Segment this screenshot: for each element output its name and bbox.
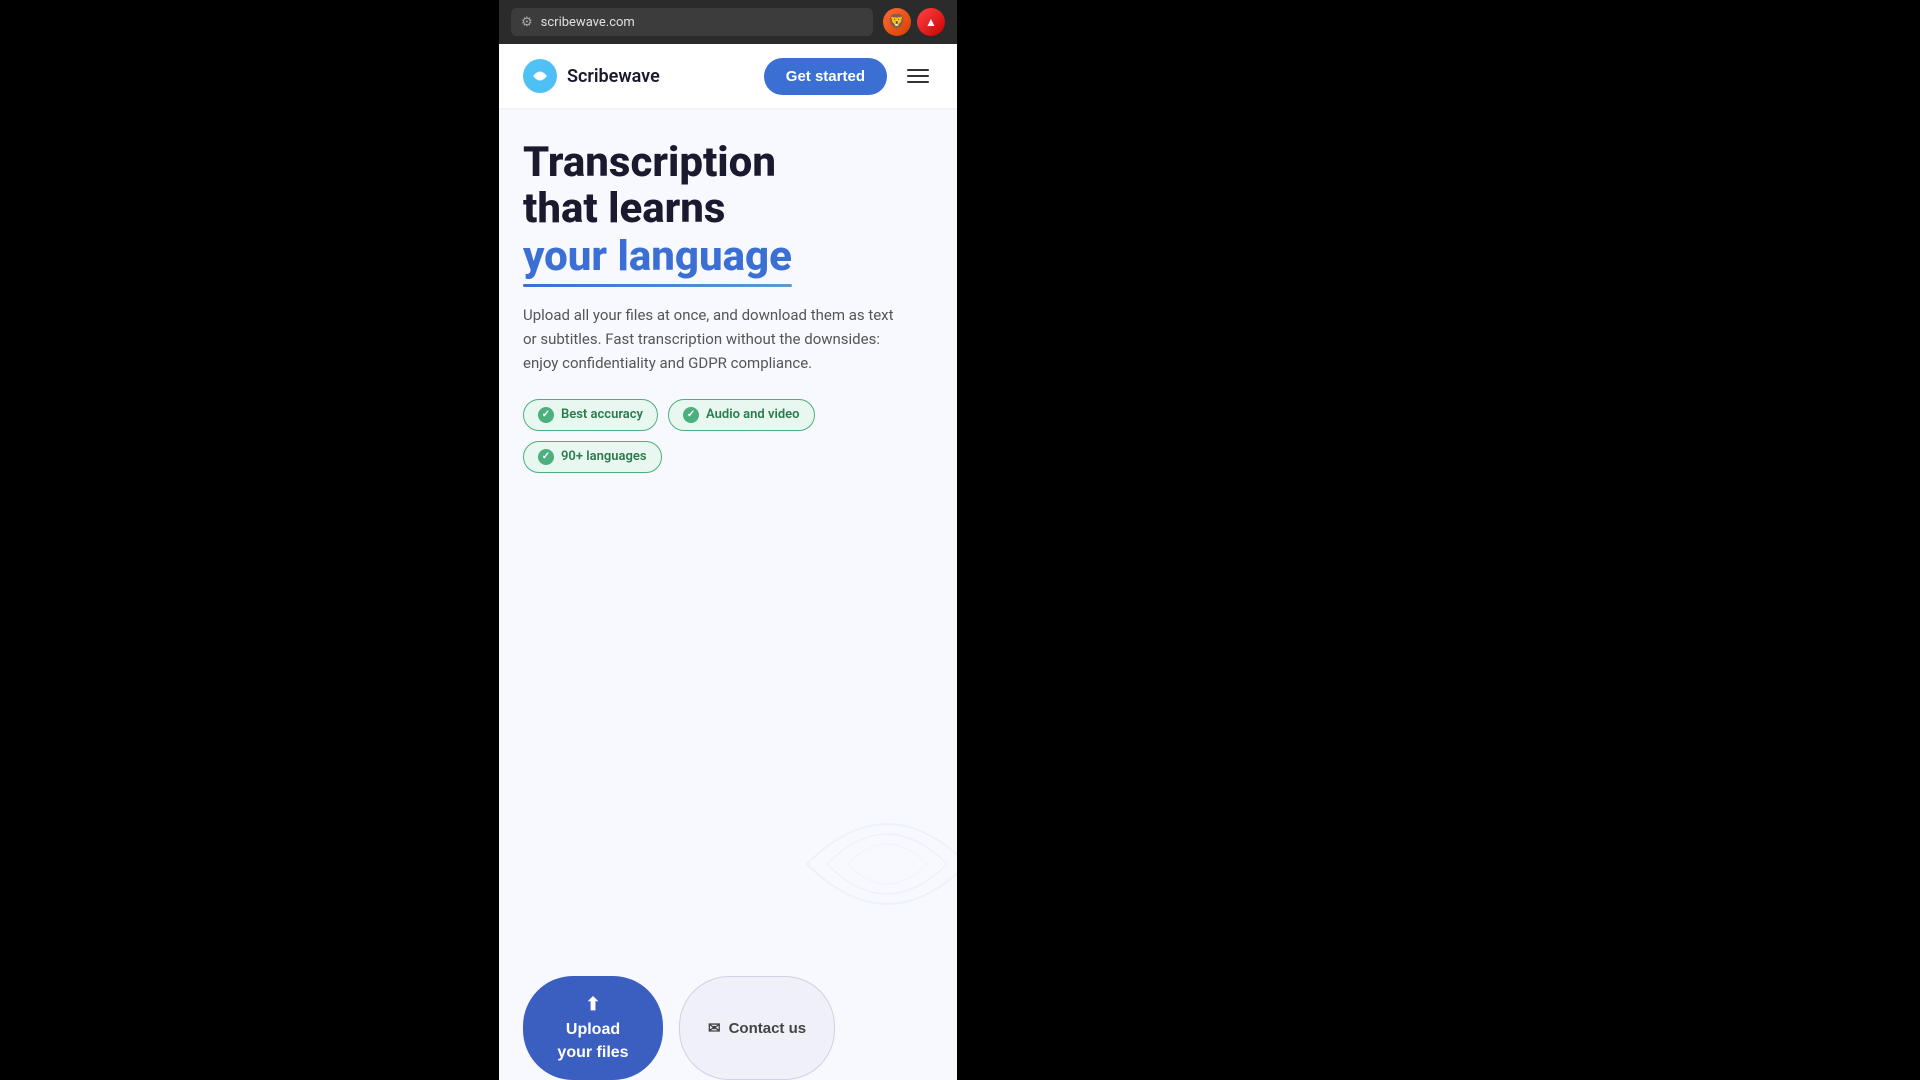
logo-text: Scribewave [567, 66, 660, 87]
badge-audio-video-label: Audio and video [706, 407, 800, 422]
right-black-panel [957, 0, 1920, 1080]
hero-description: Upload all your files at once, and downl… [523, 303, 903, 375]
check-icon-1: ✓ [538, 407, 554, 423]
badge-languages: ✓ 90+ languages [523, 441, 662, 473]
hero-title-line3: your language [523, 232, 792, 282]
mail-icon: ✉ [708, 1019, 721, 1037]
nav-right: Get started [764, 58, 933, 95]
check-icon-2: ✓ [683, 407, 699, 423]
background-decoration [787, 764, 957, 944]
extension-icon[interactable]: ▲ [917, 8, 945, 36]
check-icon-3: ✓ [538, 449, 554, 465]
url-text: scribewave.com [541, 15, 635, 30]
browser-buttons: 🦁 ▲ [883, 8, 945, 36]
badge-languages-label: 90+ languages [561, 449, 647, 464]
badge-audio-video: ✓ Audio and video [668, 399, 815, 431]
left-black-panel [0, 0, 499, 1080]
upload-label-line2: your files [557, 1043, 628, 1062]
upload-files-button[interactable]: ⬆ Upload your files [523, 976, 663, 1080]
browser-chrome: ⚙ scribewave.com 🦁 ▲ [499, 0, 957, 44]
logo: Scribewave [523, 59, 660, 93]
get-started-button[interactable]: Get started [764, 58, 887, 95]
upload-label-line1: Upload [566, 1020, 620, 1039]
hamburger-menu-button[interactable] [903, 65, 933, 87]
hamburger-line-2 [907, 75, 929, 77]
hero-title-line2: that learns [523, 184, 725, 233]
navbar: Scribewave Get started [499, 44, 957, 108]
cta-area: ⬆ Upload your files ✉ Contact us [499, 976, 957, 1080]
logo-icon [523, 59, 557, 93]
contact-us-button[interactable]: ✉ Contact us [679, 976, 835, 1080]
contact-label: Contact us [729, 1020, 807, 1037]
address-bar[interactable]: ⚙ scribewave.com [511, 8, 873, 36]
feature-badges: ✓ Best accuracy ✓ Audio and video ✓ 90+ … [523, 399, 933, 473]
upload-icon: ⬆ [585, 994, 600, 1016]
browser-window: ⚙ scribewave.com 🦁 ▲ [499, 0, 957, 1080]
hero-title: Transcription that learns your language [523, 140, 933, 283]
badge-best-accuracy-label: Best accuracy [561, 407, 643, 422]
hero-section: Transcription that learns your language … [499, 108, 957, 944]
lock-icon: ⚙ [521, 15, 533, 30]
website-content: Scribewave Get started Transcription [499, 44, 957, 1080]
brave-icon[interactable]: 🦁 [883, 8, 911, 36]
hero-title-line1: Transcription [523, 138, 776, 187]
hamburger-line-3 [907, 81, 929, 83]
badge-best-accuracy: ✓ Best accuracy [523, 399, 658, 431]
hamburger-line-1 [907, 69, 929, 71]
